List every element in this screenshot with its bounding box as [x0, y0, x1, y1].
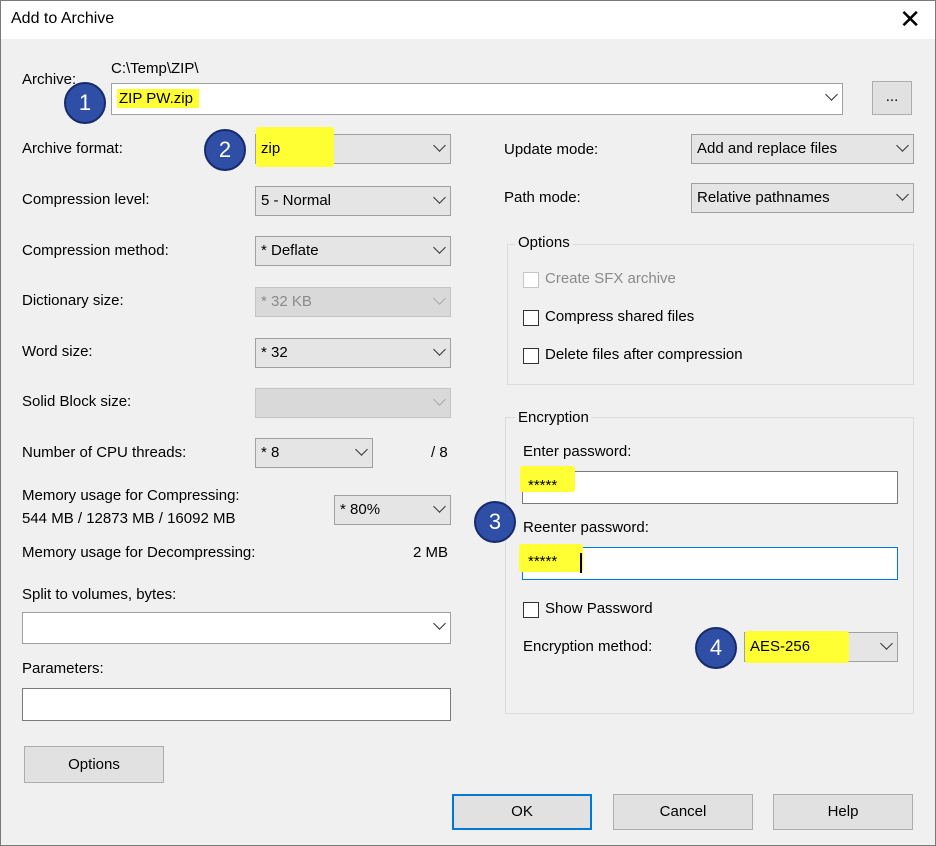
chevron-down-icon[interactable] [355, 443, 368, 456]
compression-method-value: * Deflate [261, 242, 319, 259]
cpu-threads-max: / 8 [431, 444, 448, 461]
memory-compress-select[interactable]: * 80% [334, 495, 451, 525]
sfx-checkbox [523, 272, 539, 288]
enter-password-value: ***** [528, 477, 558, 494]
chevron-down-icon[interactable] [433, 139, 446, 152]
memory-compress-label: Memory usage for Compressing: [22, 487, 240, 504]
compression-level-select[interactable]: 5 - Normal [255, 186, 451, 216]
solid-block-label: Solid Block size: [22, 393, 132, 410]
compress-shared-label[interactable]: Compress shared files [545, 308, 694, 325]
word-size-select[interactable]: * 32 [255, 338, 451, 368]
chevron-down-icon[interactable] [896, 139, 909, 152]
add-to-archive-dialog: Add to Archive ✕ Archive: C:\Temp\ZIP\ Z… [0, 0, 936, 846]
enter-password-label: Enter password: [523, 443, 632, 460]
chevron-down-icon[interactable] [880, 637, 893, 650]
encryption-method-label: Encryption method: [523, 638, 653, 655]
delete-after-label[interactable]: Delete files after compression [545, 346, 743, 363]
dictionary-size-value: * 32 KB [261, 293, 312, 310]
reenter-password-value: ***** [528, 553, 558, 570]
help-button[interactable]: Help [773, 794, 913, 830]
parameters-label: Parameters: [22, 660, 104, 677]
compression-level-value: 5 - Normal [261, 192, 332, 209]
archive-filename[interactable]: ZIP PW.zip [117, 89, 199, 108]
title-bar: Add to Archive ✕ [1, 1, 935, 39]
archive-format-label: Archive format: [22, 140, 123, 157]
archive-format-select[interactable]: zip [255, 127, 451, 167]
step-marker-1: 1 [64, 82, 106, 124]
encryption-group-title: Encryption [515, 409, 592, 426]
enter-password-input[interactable]: ***** [520, 466, 898, 504]
close-icon[interactable]: ✕ [899, 5, 921, 33]
chevron-down-icon[interactable] [433, 343, 446, 356]
cpu-threads-select[interactable]: * 8 [255, 438, 373, 468]
archive-filename-combo[interactable]: ZIP PW.zip [111, 83, 843, 115]
word-size-label: Word size: [22, 343, 93, 360]
chevron-down-icon [433, 292, 446, 305]
path-mode-value: Relative pathnames [697, 189, 830, 206]
options-group: Options Create SFX archive Compress shar… [507, 234, 914, 385]
archive-label: Archive: [22, 71, 77, 88]
sfx-label: Create SFX archive [545, 270, 676, 287]
encryption-group: Encryption Enter password: ***** Reenter… [505, 409, 914, 714]
archive-format-value: zip [261, 140, 281, 157]
show-password-checkbox[interactable] [523, 602, 539, 618]
dictionary-size-label: Dictionary size: [22, 292, 124, 309]
update-mode-value: Add and replace files [697, 140, 838, 157]
path-mode-select[interactable]: Relative pathnames [691, 183, 914, 213]
compression-method-select[interactable]: * Deflate [255, 236, 451, 266]
update-mode-select[interactable]: Add and replace files [691, 134, 914, 164]
browse-button[interactable]: ... [872, 81, 912, 115]
ok-button[interactable]: OK [452, 794, 592, 830]
cpu-threads-value: * 8 [261, 444, 280, 461]
chevron-down-icon[interactable] [896, 188, 909, 201]
dictionary-size-select: * 32 KB [255, 287, 451, 317]
parameters-input[interactable] [22, 688, 451, 721]
reenter-password-input[interactable]: ***** [519, 544, 898, 580]
step-marker-4: 4 [695, 627, 737, 669]
chevron-down-icon[interactable] [433, 241, 446, 254]
path-mode-label: Path mode: [504, 189, 581, 206]
compress-shared-checkbox[interactable] [523, 310, 539, 326]
update-mode-label: Update mode: [504, 141, 599, 158]
show-password-label[interactable]: Show Password [545, 600, 653, 617]
options-button[interactable]: Options [24, 746, 164, 783]
chevron-down-icon[interactable] [825, 88, 838, 101]
delete-after-checkbox[interactable] [523, 348, 539, 364]
memory-compress-detail: 544 MB / 12873 MB / 16092 MB [22, 510, 236, 527]
memory-decompress-label: Memory usage for Decompressing: [22, 544, 256, 561]
options-group-title: Options [515, 234, 573, 251]
memory-decompress-value: 2 MB [413, 544, 449, 561]
solid-block-select [255, 388, 451, 418]
memory-compress-value: * 80% [340, 501, 381, 518]
split-volumes-combo[interactable] [22, 612, 451, 644]
encryption-method-value: AES-256 [750, 638, 811, 655]
step-marker-2: 2 [204, 129, 246, 171]
reenter-password-label: Reenter password: [523, 519, 649, 536]
cpu-threads-label: Number of CPU threads: [22, 444, 187, 461]
split-volumes-label: Split to volumes, bytes: [22, 586, 177, 603]
compression-level-label: Compression level: [22, 191, 150, 208]
chevron-down-icon[interactable] [433, 617, 446, 630]
encryption-method-select[interactable]: AES-256 [744, 631, 898, 663]
chevron-down-icon [433, 393, 446, 406]
step-marker-3: 3 [474, 501, 516, 543]
chevron-down-icon[interactable] [433, 191, 446, 204]
compression-method-label: Compression method: [22, 242, 169, 259]
word-size-value: * 32 [261, 344, 288, 361]
window-title: Add to Archive [11, 10, 115, 27]
text-caret [580, 553, 582, 573]
cancel-button[interactable]: Cancel [613, 794, 753, 830]
archive-path: C:\Temp\ZIP\ [111, 60, 199, 77]
chevron-down-icon[interactable] [433, 500, 446, 513]
